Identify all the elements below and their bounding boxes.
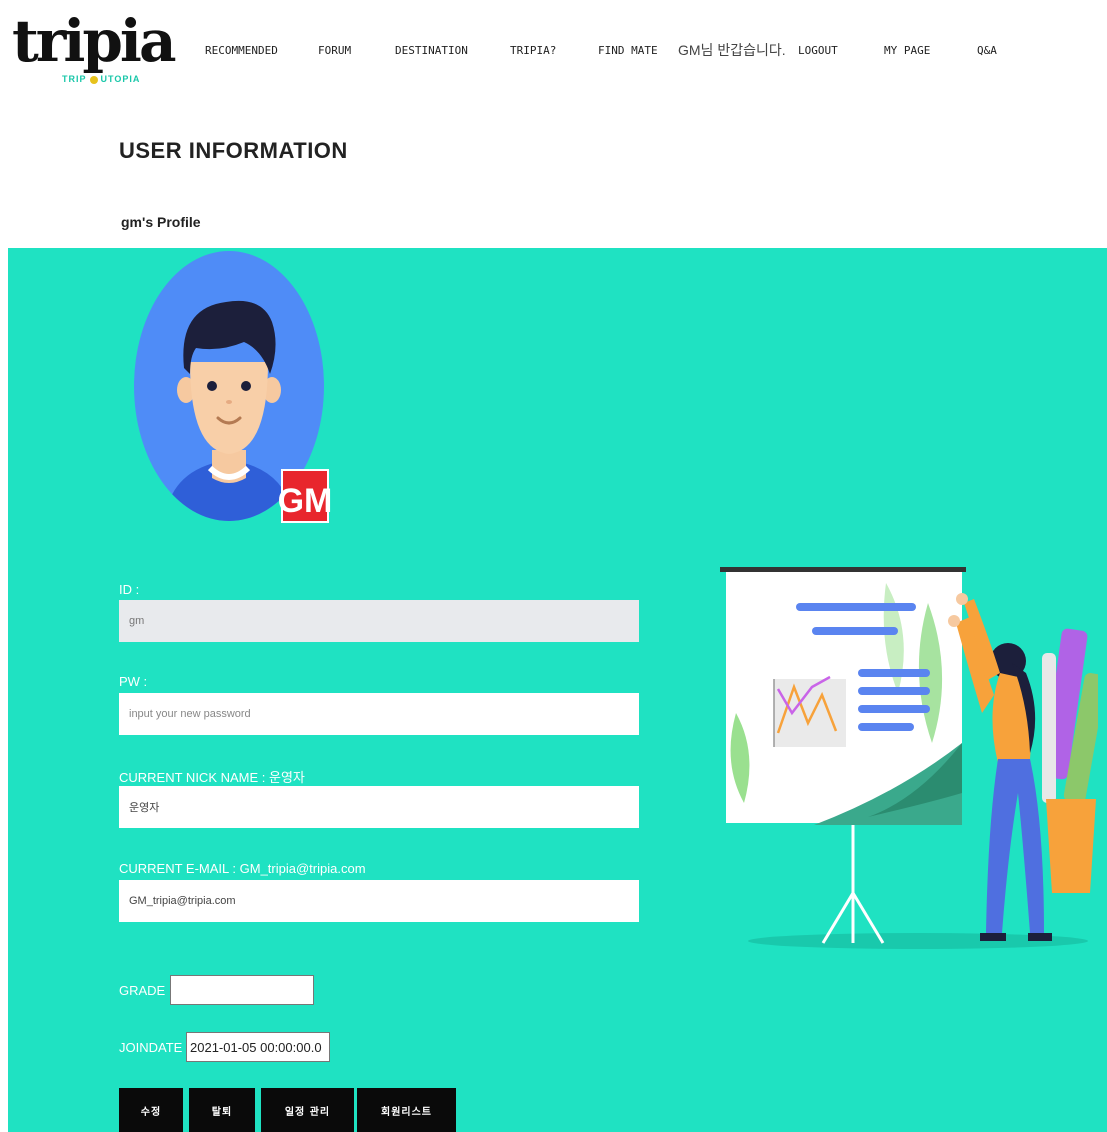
logo-tagline-right: UTOPIA: [100, 74, 141, 84]
nav-my-page[interactable]: MY PAGE: [884, 44, 930, 57]
nav-qna[interactable]: Q&A: [977, 44, 997, 57]
id-label: ID :: [119, 582, 140, 597]
logo-dot-icon: [89, 75, 98, 84]
nav-forum[interactable]: FORUM: [318, 44, 351, 57]
profile-title: gm's Profile: [121, 214, 201, 230]
nav-find-mate[interactable]: FIND MATE: [598, 44, 658, 57]
nav-tripia[interactable]: TRIPIA?: [510, 44, 556, 57]
profile-panel: GM ID : PW : CURRENT NICK NAME : 운영자 CUR…: [8, 248, 1107, 1132]
id-field: [119, 600, 639, 642]
password-field[interactable]: [119, 693, 639, 735]
member-list-button[interactable]: 회원리스트: [357, 1088, 456, 1132]
nick-label: CURRENT NICK NAME : 운영자: [119, 770, 305, 785]
logo-tagline-left: TRIP: [62, 74, 87, 84]
nav-recommended[interactable]: RECOMMENDED: [205, 44, 278, 57]
joindate-field: [186, 1032, 330, 1062]
site-header: tripia TRIP UTOPIA RECOMMENDED FORUM DEST…: [0, 0, 1107, 110]
logo-tagline: TRIP UTOPIA: [62, 74, 140, 84]
presentation-illustration: [720, 567, 1098, 949]
grade-field: [170, 975, 314, 1005]
pw-label: PW :: [119, 674, 148, 689]
schedule-manage-button[interactable]: 일정 관리: [261, 1088, 354, 1132]
avatar-badge-text: GM: [278, 482, 333, 520]
tripia-logo[interactable]: tripia TRIP UTOPIA: [12, 8, 177, 98]
email-field[interactable]: [119, 880, 639, 922]
joindate-label: JOINDATE :: [119, 1040, 190, 1055]
grade-label: GRADE :: [119, 983, 173, 998]
withdraw-button[interactable]: 탈퇴: [189, 1088, 255, 1132]
nav-destination[interactable]: DESTINATION: [395, 44, 468, 57]
page-title: USER INFORMATION: [119, 138, 348, 163]
user-greeting: GM님 반갑습니다.: [678, 42, 786, 58]
avatar: GM: [134, 251, 333, 523]
nav-logout[interactable]: LOGOUT: [798, 44, 838, 57]
edit-button[interactable]: 수정: [119, 1088, 183, 1132]
nickname-field[interactable]: [119, 786, 639, 828]
logo-wordmark: tripia: [12, 7, 177, 75]
email-label: CURRENT E-MAIL : GM_tripia@tripia.com: [119, 861, 366, 876]
